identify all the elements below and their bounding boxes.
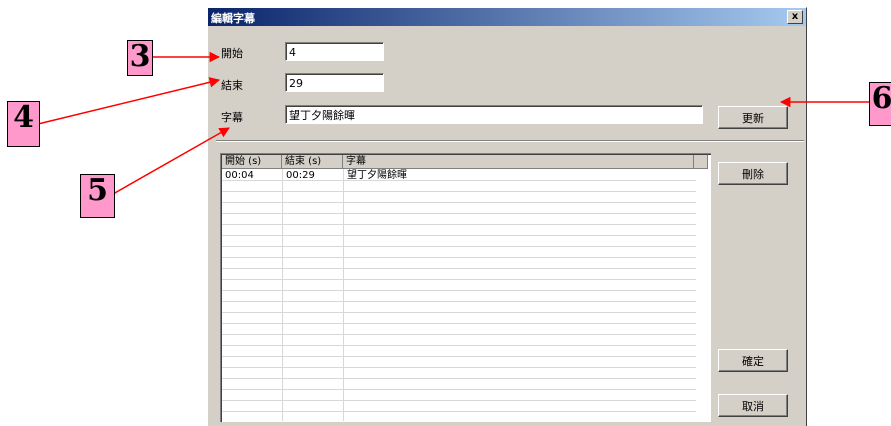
- callout-4: 4: [7, 101, 40, 147]
- arrow-5: [112, 127, 230, 195]
- callout-6: 6: [869, 82, 891, 126]
- arrow-4: [37, 77, 221, 125]
- callout-5: 5: [80, 174, 115, 218]
- callout-3: 3: [127, 40, 153, 76]
